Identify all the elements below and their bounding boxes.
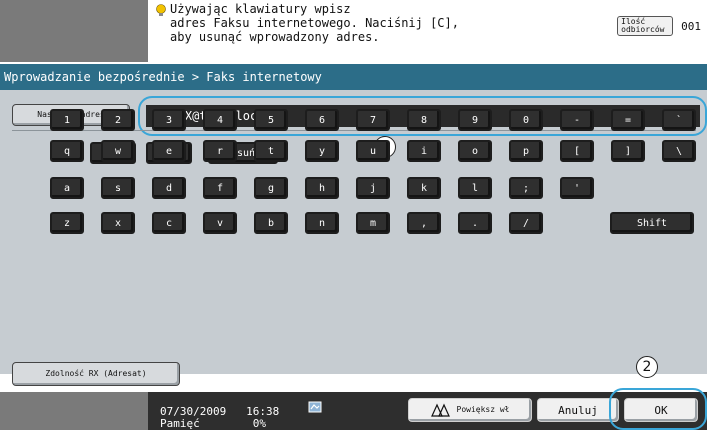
key-row4-2[interactable]: c — [152, 212, 186, 234]
key-row3-9[interactable]: ; — [509, 177, 543, 199]
instruction-message: Używając klawiatury wpisz adres Faksu in… — [170, 2, 459, 44]
recipient-counter: Ilość odbiorców 001 — [617, 16, 701, 36]
key-row1-0[interactable]: 1 — [50, 109, 84, 131]
key-row4-3[interactable]: v — [203, 212, 237, 234]
lightbulb-icon — [156, 4, 166, 16]
key-row1-3[interactable]: 4 — [203, 109, 237, 131]
key-row4-6[interactable]: m — [356, 212, 390, 234]
key-row2-0[interactable]: q — [50, 140, 84, 162]
key-row2-7[interactable]: i — [407, 140, 441, 162]
footer-gray-block — [0, 392, 148, 430]
key-row4-0[interactable]: z — [50, 212, 84, 234]
key-row1-2[interactable]: 3 — [152, 109, 186, 131]
key-row4-9[interactable]: / — [509, 212, 543, 234]
onscreen-keyboard: ←→Usuń1234567890-=`qwertyuiop[]\asdfghjk… — [0, 90, 707, 374]
magnify-icon — [430, 403, 450, 417]
key-row1-4[interactable]: 5 — [254, 109, 288, 131]
key-row3-7[interactable]: k — [407, 177, 441, 199]
key-row2-3[interactable]: r — [203, 140, 237, 162]
keyboard-panel: Następny adres I-FAX@test.local 1 ←→Usuń… — [0, 90, 707, 386]
message-area: Używając klawiatury wpisz adres Faksu in… — [148, 0, 707, 62]
key-row4-1[interactable]: x — [101, 212, 135, 234]
key-row3-4[interactable]: g — [254, 177, 288, 199]
key-row2-9[interactable]: p — [509, 140, 543, 162]
key-row3-1[interactable]: s — [101, 177, 135, 199]
key-row1-12[interactable]: ` — [662, 109, 696, 131]
recipient-count-value: 001 — [681, 19, 701, 33]
key-row2-4[interactable]: t — [254, 140, 288, 162]
key-row4-7[interactable]: , — [407, 212, 441, 234]
key-row2-12[interactable]: \ — [662, 140, 696, 162]
title-bar: Wprowadzanie bezpośrednie > Faks interne… — [0, 64, 707, 90]
key-row1-10[interactable]: - — [560, 109, 594, 131]
key-row3-10[interactable]: ' — [560, 177, 594, 199]
network-icon — [308, 401, 322, 413]
ok-button[interactable]: OK — [624, 398, 698, 422]
key-row1-5[interactable]: 6 — [305, 109, 339, 131]
key-row3-5[interactable]: h — [305, 177, 339, 199]
key-row1-6[interactable]: 7 — [356, 109, 390, 131]
key-row4-8[interactable]: . — [458, 212, 492, 234]
key-row3-6[interactable]: j — [356, 177, 390, 199]
key-row3-2[interactable]: d — [152, 177, 186, 199]
key-row2-11[interactable]: ] — [611, 140, 645, 162]
key-row2-5[interactable]: y — [305, 140, 339, 162]
key-row2-6[interactable]: u — [356, 140, 390, 162]
rx-capability-button[interactable]: Zdolność RX (Adresat) — [12, 362, 180, 386]
cancel-button[interactable]: Anuluj — [537, 398, 619, 422]
key-row2-1[interactable]: w — [101, 140, 135, 162]
key-row1-11[interactable]: = — [611, 109, 645, 131]
key-row3-0[interactable]: a — [50, 177, 84, 199]
key-row1-7[interactable]: 8 — [407, 109, 441, 131]
shift-key[interactable]: Shift — [610, 212, 694, 234]
key-row3-8[interactable]: l — [458, 177, 492, 199]
memory-label: Pamięć — [160, 417, 200, 430]
magnify-button[interactable]: Powiększ wł — [408, 398, 532, 422]
key-row2-2[interactable]: e — [152, 140, 186, 162]
key-row2-10[interactable]: [ — [560, 140, 594, 162]
key-row3-3[interactable]: f — [203, 177, 237, 199]
recipient-count-label: Ilość odbiorców — [617, 16, 674, 36]
key-row1-8[interactable]: 9 — [458, 109, 492, 131]
key-row1-1[interactable]: 2 — [101, 109, 135, 131]
magnify-label: Powiększ wł — [456, 405, 510, 414]
header-gray-block — [0, 0, 148, 62]
key-row4-4[interactable]: b — [254, 212, 288, 234]
key-row1-9[interactable]: 0 — [509, 109, 543, 131]
page-title: Wprowadzanie bezpośrednie > Faks interne… — [4, 70, 322, 84]
memory-value: 0% — [252, 417, 266, 430]
status-text: 07/30/2009 16:38 Pamięć 0% — [160, 406, 279, 430]
callout-2: 2 — [636, 356, 658, 378]
key-row2-8[interactable]: o — [458, 140, 492, 162]
key-row4-5[interactable]: n — [305, 212, 339, 234]
